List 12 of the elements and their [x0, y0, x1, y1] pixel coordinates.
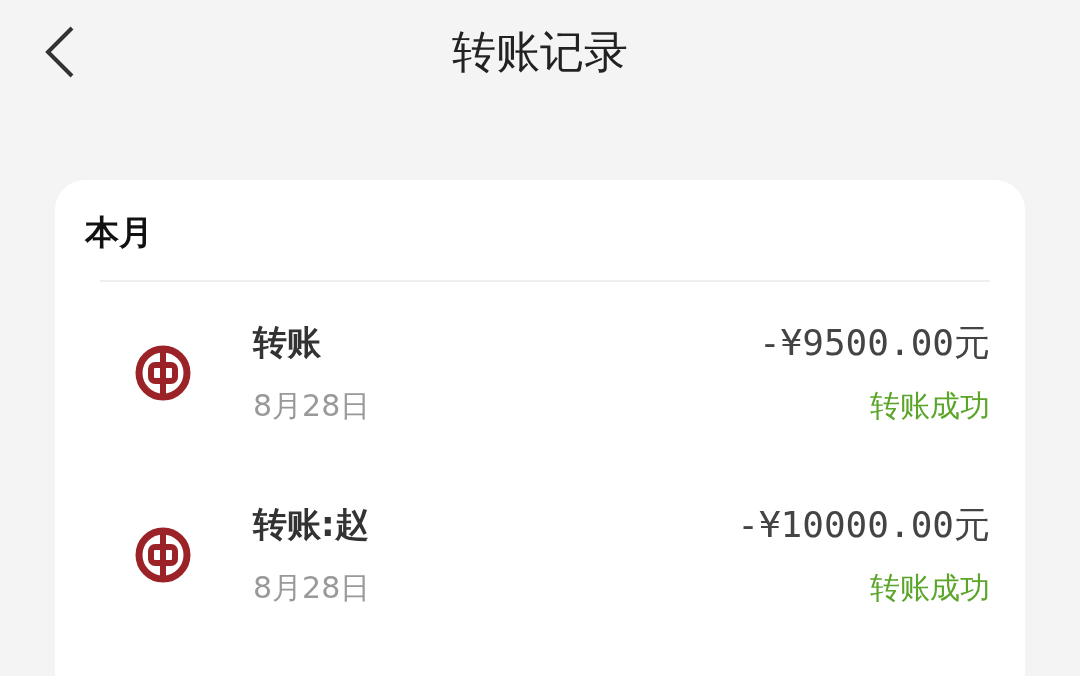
- bank-logo-icon: [135, 345, 191, 401]
- page-title: 转账记录: [452, 25, 628, 79]
- transfer-status: 转账成功: [870, 569, 990, 607]
- transfer-name: 转账:赵: [253, 502, 370, 546]
- section-title: 本月: [85, 211, 154, 254]
- bank-logo-icon: [135, 527, 191, 583]
- transfer-amount: -¥9500.00元: [758, 321, 990, 365]
- transfer-date: 8月28日: [253, 386, 372, 425]
- transfer-amount: -¥10000.00元: [737, 503, 990, 547]
- transfer-date: 8月28日: [253, 568, 372, 607]
- transfer-status: 转账成功: [870, 387, 990, 425]
- transfer-name: 转账: [253, 320, 322, 364]
